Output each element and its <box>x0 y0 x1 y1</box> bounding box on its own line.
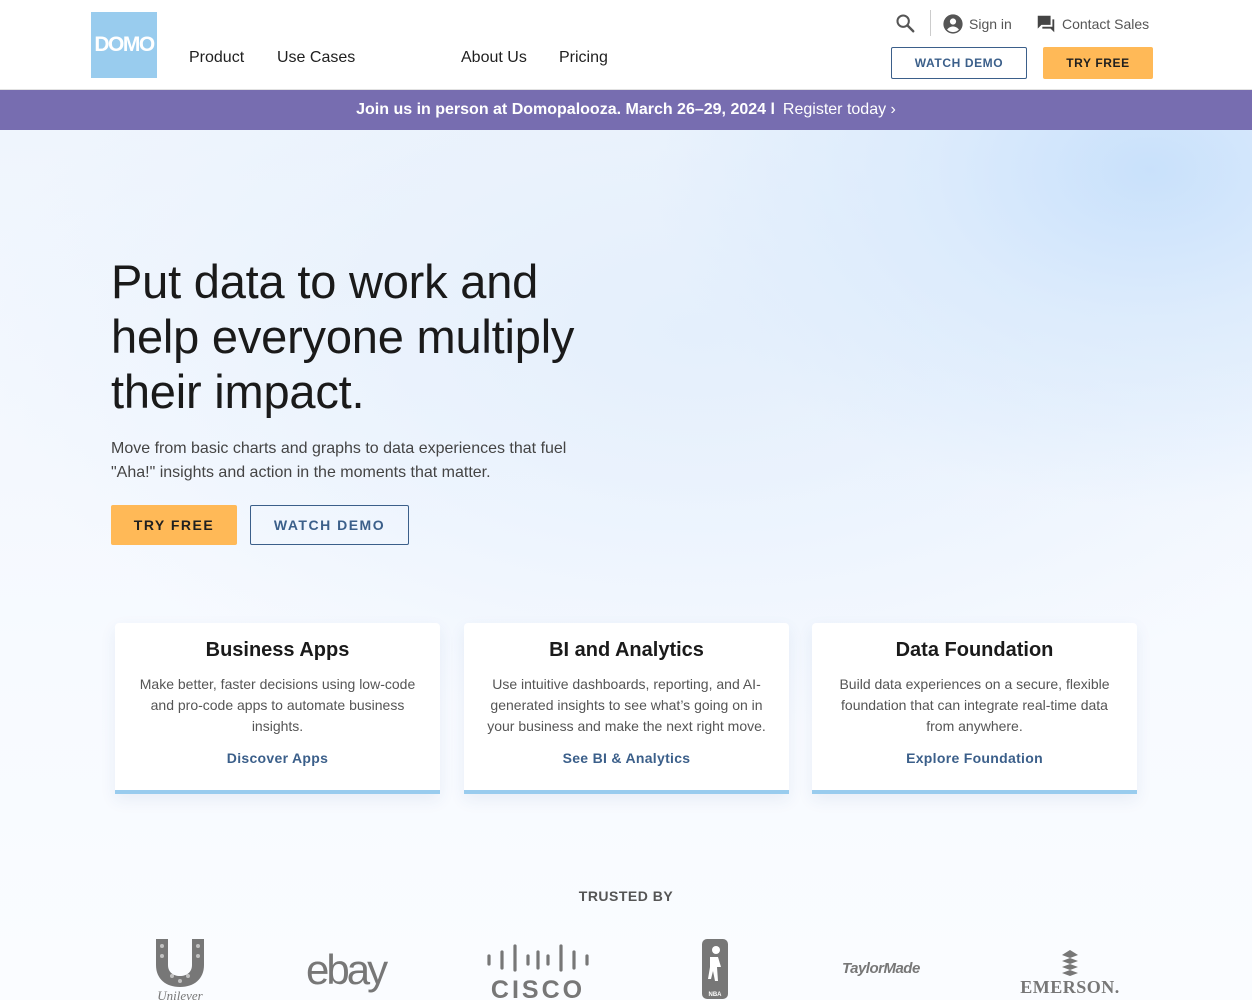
banner-text: Join us in person at Domopalooza. March … <box>356 101 775 118</box>
cisco-wordmark: CISCO <box>491 976 585 1000</box>
card-business-apps[interactable]: Business Apps Make better, faster decisi… <box>115 623 440 794</box>
cisco-logo: CISCO <box>486 944 590 1000</box>
logo-text: DOMO <box>94 33 155 56</box>
sign-in-label: Sign in <box>969 16 1012 32</box>
ebay-logo: ebay <box>306 946 388 993</box>
hero-subtitle-line: "Aha!" insights and action in the moment… <box>111 464 491 481</box>
nav-pricing[interactable]: Pricing <box>559 49 608 67</box>
hero-title-line: help everyone multiply <box>111 310 575 363</box>
taylormade-logo: TaylorMade <box>842 960 920 977</box>
sign-in-link[interactable]: Sign in <box>942 13 1012 35</box>
search-button[interactable] <box>894 12 916 34</box>
nba-logo: NBA <box>701 938 729 1000</box>
account-circle-icon <box>943 14 963 34</box>
watch-demo-button[interactable]: WATCH DEMO <box>250 505 409 545</box>
nav-use-cases[interactable]: Use Cases <box>277 49 355 67</box>
card-body: Use intuitive dashboards, reporting, and… <box>487 676 766 734</box>
hero-title-line: Put data to work and <box>111 255 539 308</box>
card-data-foundation[interactable]: Data Foundation Build data experiences o… <box>812 623 1137 794</box>
emerson-logo: EMERSON. <box>1020 949 1124 999</box>
event-banner: Join us in person at Domopalooza. March … <box>0 90 1252 130</box>
header-divider <box>930 10 931 36</box>
try-free-button-header[interactable]: TRY FREE <box>1043 47 1153 79</box>
search-icon <box>896 14 915 33</box>
hero-title: Put data to work and help everyone multi… <box>111 254 631 419</box>
register-link[interactable]: Register today › <box>783 101 896 119</box>
site-header: DOMO Product Use Cases About Us Pricing … <box>0 0 1252 90</box>
chat-icon <box>1037 15 1055 33</box>
hero-subtitle-line: Move from basic charts and graphs to dat… <box>111 440 567 457</box>
trusted-by-label: TRUSTED BY <box>578 888 674 904</box>
watch-demo-button-header[interactable]: WATCH DEMO <box>891 47 1027 79</box>
contact-sales-label: Contact Sales <box>1062 16 1150 32</box>
explore-foundation-link[interactable]: Explore Foundation <box>812 750 1137 766</box>
contact-sales-link[interactable]: Contact Sales <box>1035 13 1149 35</box>
card-body: Make better, faster decisions using low-… <box>139 676 416 734</box>
domo-logo[interactable]: DOMO <box>91 12 157 78</box>
nav-about-us[interactable]: About Us <box>461 49 527 67</box>
unilever-wordmark: Unilever <box>157 988 203 1000</box>
card-title: BI and Analytics <box>549 639 704 661</box>
nba-wordmark: NBA <box>709 992 723 998</box>
try-free-button[interactable]: TRY FREE <box>111 505 237 545</box>
hero-title-line: their impact. <box>111 365 365 418</box>
nav-product[interactable]: Product <box>189 49 244 67</box>
card-title: Data Foundation <box>895 639 1054 661</box>
card-bi-analytics[interactable]: BI and Analytics Use intuitive dashboard… <box>464 623 789 794</box>
card-title: Business Apps <box>205 639 350 661</box>
card-body: Build data experiences on a secure, flex… <box>839 676 1110 734</box>
hero-subtitle: Move from basic charts and graphs to dat… <box>111 437 601 485</box>
unilever-logo: Unilever <box>148 936 212 1000</box>
see-bi-analytics-link[interactable]: See BI & Analytics <box>464 750 789 766</box>
discover-apps-link[interactable]: Discover Apps <box>115 750 440 766</box>
emerson-wordmark: EMERSON. <box>1020 977 1120 997</box>
